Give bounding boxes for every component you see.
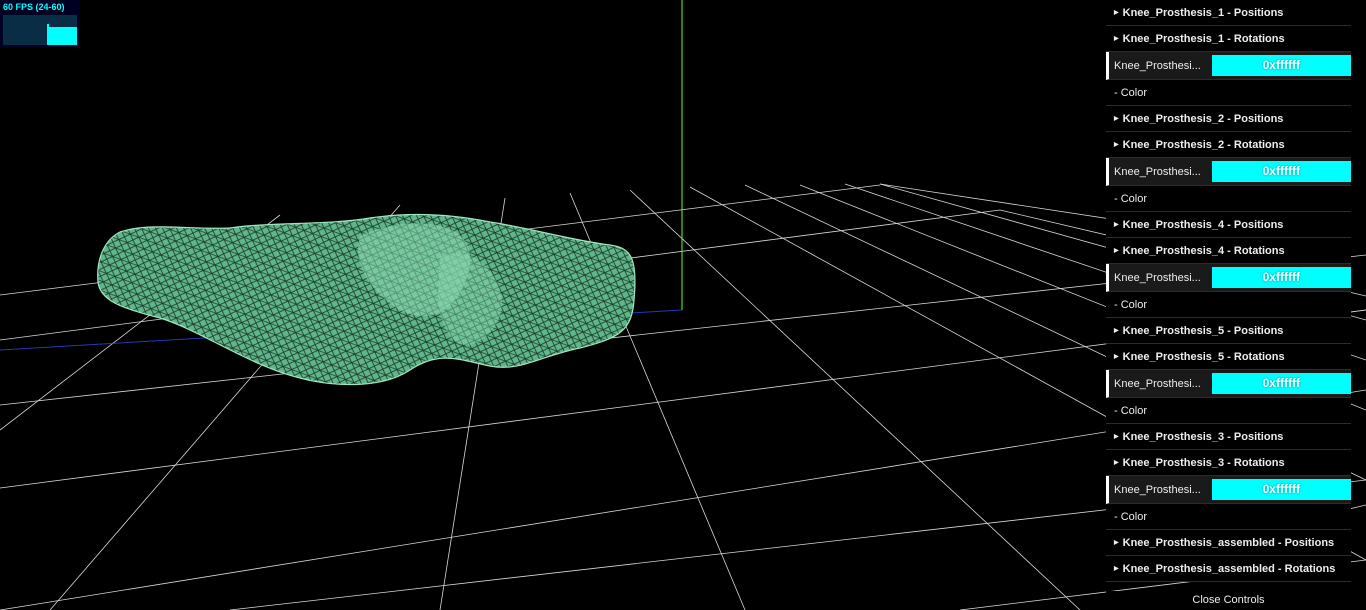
color-swatch-input[interactable]: 0xffffff xyxy=(1211,479,1351,500)
expand-triangle-icon: ▶ xyxy=(1114,328,1119,335)
fps-stats-panel[interactable]: 60 FPS (24-60) xyxy=(0,0,80,48)
color-folder-title: - Color xyxy=(1114,86,1148,99)
expand-triangle-icon: ▶ xyxy=(1114,460,1119,467)
folder-title: Knee_Prosthesis_assembled - Positions xyxy=(1122,536,1335,549)
folder-title: Knee_Prosthesis_1 - Rotations xyxy=(1122,32,1285,45)
color-folder-title: - Color xyxy=(1114,298,1148,311)
controls-panel[interactable]: ▶ Knee_Prosthesis_1 - Positions ▶ Knee_Pros… xyxy=(1106,0,1351,610)
folder-color[interactable]: - Color xyxy=(1106,398,1351,424)
color-controller[interactable]: Knee_Prosthesi... 0xffffff xyxy=(1106,370,1351,398)
expand-triangle-icon: ▶ xyxy=(1114,434,1119,441)
folder-color[interactable]: - Color xyxy=(1106,80,1351,106)
folder-rotations[interactable]: ▶ Knee_Prosthesis_assembled - Rotations xyxy=(1106,556,1351,582)
folder-title: Knee_Prosthesis_4 - Positions xyxy=(1122,218,1284,231)
folder-label: ▶ Knee_Prosthesis_5 - Positions xyxy=(1106,325,1283,337)
folder-positions[interactable]: ▶ Knee_Prosthesis_assembled - Positions xyxy=(1106,530,1351,556)
folder-title: Knee_Prosthesis_3 - Rotations xyxy=(1122,456,1285,469)
folder-title: Knee_Prosthesis_3 - Positions xyxy=(1122,430,1284,443)
close-controls-button[interactable]: Close Controls xyxy=(1106,591,1351,610)
folder-title: Knee_Prosthesis_4 - Rotations xyxy=(1122,244,1285,257)
folder-title: Knee_Prosthesis_5 - Rotations xyxy=(1122,350,1285,363)
folder-label: ▶ Knee_Prosthesis_1 - Positions xyxy=(1106,7,1283,19)
folder-color[interactable]: - Color xyxy=(1106,186,1351,212)
color-controller[interactable]: Knee_Prosthesi... 0xffffff xyxy=(1106,52,1351,80)
folder-label: ▶ Knee_Prosthesis_assembled - Positions xyxy=(1106,537,1334,549)
expand-triangle-icon: ▶ xyxy=(1114,142,1119,149)
folder-title: Knee_Prosthesis_2 - Rotations xyxy=(1122,138,1285,151)
color-folder-title: - Color xyxy=(1114,192,1148,205)
folder-rotations[interactable]: ▶ Knee_Prosthesis_5 - Rotations xyxy=(1106,344,1351,370)
folder-positions[interactable]: ▶ Knee_Prosthesis_5 - Positions xyxy=(1106,318,1351,344)
expand-triangle-icon: ▶ xyxy=(1114,540,1119,547)
folder-rotations[interactable]: ▶ Knee_Prosthesis_4 - Rotations xyxy=(1106,238,1351,264)
expand-triangle-icon: ▶ xyxy=(1114,36,1119,43)
color-swatch-input[interactable]: 0xffffff xyxy=(1211,267,1351,288)
folder-positions[interactable]: ▶ Knee_Prosthesis_3 - Positions xyxy=(1106,424,1351,450)
knee-prosthesis-model[interactable] xyxy=(97,213,636,386)
folder-rotations[interactable]: ▶ Knee_Prosthesis_1 - Rotations xyxy=(1106,26,1351,52)
folder-color[interactable]: - Color xyxy=(1106,504,1351,530)
folder-label: ▶ Knee_Prosthesis_4 - Rotations xyxy=(1106,245,1285,257)
color-controller[interactable]: Knee_Prosthesi... 0xffffff xyxy=(1106,264,1351,292)
color-controller-label: Knee_Prosthesi... xyxy=(1114,483,1201,496)
folder-label: ▶ Knee_Prosthesis_3 - Positions xyxy=(1106,431,1283,443)
expand-triangle-icon: ▶ xyxy=(1114,566,1119,573)
expand-triangle-icon: ▶ xyxy=(1114,10,1119,17)
fps-label: 60 FPS (24-60) xyxy=(3,2,65,12)
color-controller-label: Knee_Prosthesi... xyxy=(1114,271,1201,284)
color-folder-title: - Color xyxy=(1114,510,1148,523)
folder-label: ▶ Knee_Prosthesis_assembled - Rotations xyxy=(1106,563,1335,575)
folder-rotations[interactable]: ▶ Knee_Prosthesis_3 - Rotations xyxy=(1106,450,1351,476)
folder-label: ▶ Knee_Prosthesis_5 - Rotations xyxy=(1106,351,1285,363)
fps-graph-bar xyxy=(47,24,77,45)
folder-positions[interactable]: ▶ Knee_Prosthesis_2 - Positions xyxy=(1106,106,1351,132)
folder-label: ▶ Knee_Prosthesis_3 - Rotations xyxy=(1106,457,1285,469)
color-swatch-input[interactable]: 0xffffff xyxy=(1211,55,1351,76)
color-controller-label: Knee_Prosthesi... xyxy=(1114,165,1201,178)
expand-triangle-icon: ▶ xyxy=(1114,248,1119,255)
folder-label: ▶ Knee_Prosthesis_2 - Positions xyxy=(1106,113,1283,125)
color-folder-title: - Color xyxy=(1114,404,1148,417)
folder-positions[interactable]: ▶ Knee_Prosthesis_1 - Positions xyxy=(1106,0,1351,26)
folder-title: Knee_Prosthesis_5 - Positions xyxy=(1122,324,1284,337)
folder-label: ▶ Knee_Prosthesis_2 - Rotations xyxy=(1106,139,1285,151)
folder-title: Knee_Prosthesis_1 - Positions xyxy=(1122,6,1284,19)
expand-triangle-icon: ▶ xyxy=(1114,354,1119,361)
folder-color[interactable]: - Color xyxy=(1106,292,1351,318)
color-controller-label: Knee_Prosthesi... xyxy=(1114,59,1201,72)
expand-triangle-icon: ▶ xyxy=(1114,222,1119,229)
fps-graph xyxy=(3,15,77,45)
color-swatch-input[interactable]: 0xffffff xyxy=(1211,373,1351,394)
folder-label: ▶ Knee_Prosthesis_1 - Rotations xyxy=(1106,33,1285,45)
folder-positions[interactable]: ▶ Knee_Prosthesis_4 - Positions xyxy=(1106,212,1351,238)
color-controller[interactable]: Knee_Prosthesi... 0xffffff xyxy=(1106,476,1351,504)
color-controller[interactable]: Knee_Prosthesi... 0xffffff xyxy=(1106,158,1351,186)
folder-title: Knee_Prosthesis_2 - Positions xyxy=(1122,112,1284,125)
folder-title: Knee_Prosthesis_assembled - Rotations xyxy=(1122,562,1336,575)
color-controller-label: Knee_Prosthesi... xyxy=(1114,377,1201,390)
folder-rotations[interactable]: ▶ Knee_Prosthesis_2 - Rotations xyxy=(1106,132,1351,158)
folder-label: ▶ Knee_Prosthesis_4 - Positions xyxy=(1106,219,1283,231)
expand-triangle-icon: ▶ xyxy=(1114,116,1119,123)
color-swatch-input[interactable]: 0xffffff xyxy=(1211,161,1351,182)
